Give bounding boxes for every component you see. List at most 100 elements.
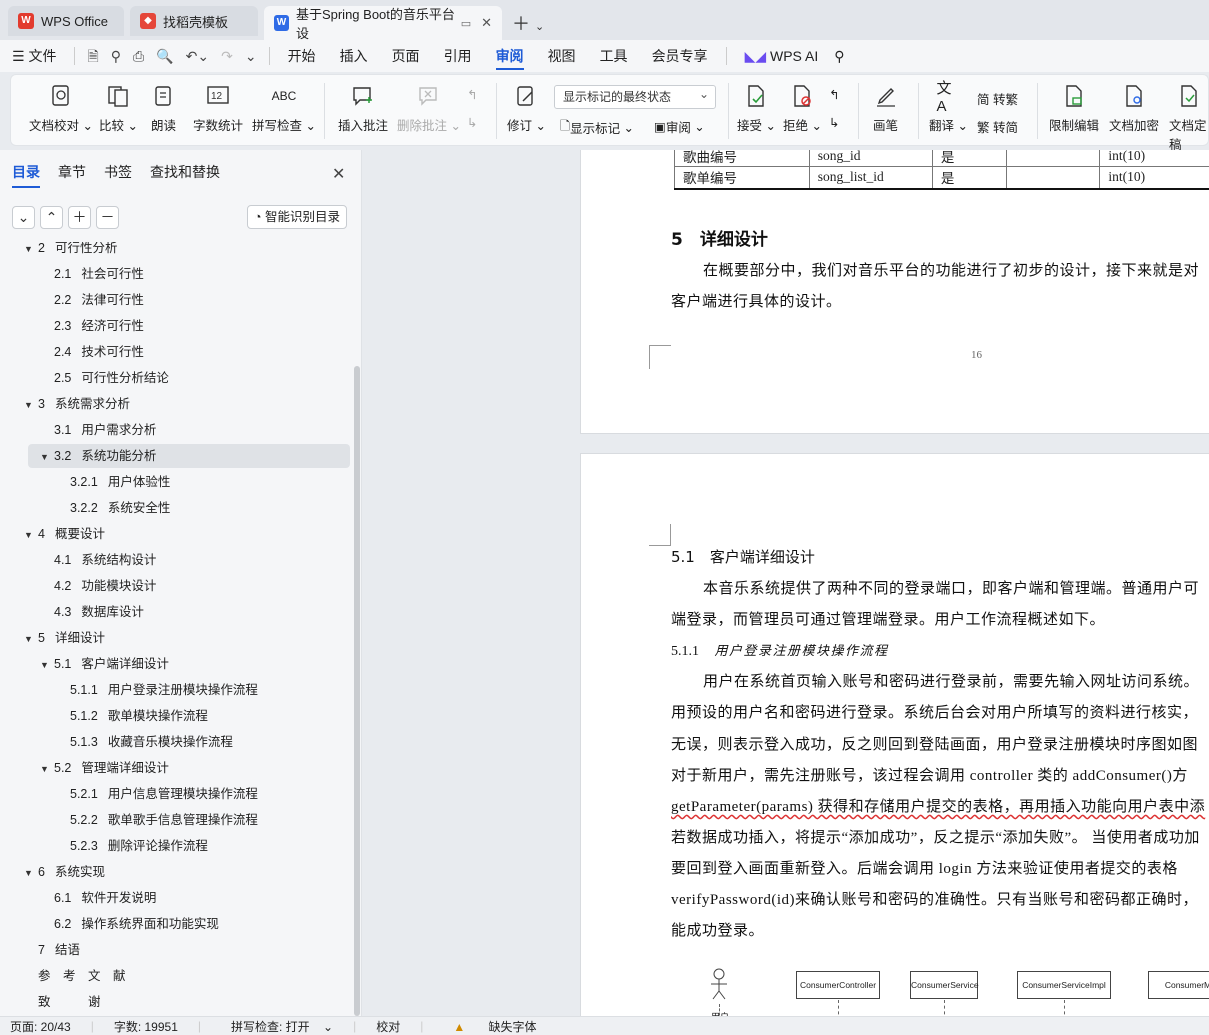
print-icon[interactable]: ⎙ (127, 40, 150, 72)
toc-item[interactable]: 5.2.2 歌单歌手信息管理操作流程 (56, 808, 258, 832)
toc-item[interactable]: 3.1 用户需求分析 (40, 418, 156, 442)
menu-references[interactable]: 引用 (432, 40, 484, 72)
toc-item[interactable]: 2.1 社会可行性 (40, 262, 144, 286)
prev-change-icon[interactable]: ↰ (829, 87, 839, 102)
menu-page[interactable]: 页面 (380, 40, 432, 72)
toc-item[interactable]: ▼ 2 可行性分析 (24, 242, 117, 260)
print-preview-icon[interactable]: 🔍 (150, 40, 179, 72)
new-tab-icon[interactable]: ＋ ⌄ (512, 10, 544, 36)
collapse-arrow-icon[interactable]: ▼ (24, 242, 38, 261)
encrypt-button[interactable]: 文档加密 (1109, 83, 1159, 134)
save-icon[interactable]: 🗎 (81, 40, 104, 72)
tab-current-document[interactable]: W 基于Spring Boot的音乐平台设 ▭ ✕ (264, 6, 502, 41)
toc-item[interactable]: 6.1 软件开发说明 (40, 886, 156, 910)
collapse-arrow-icon[interactable]: ▼ (40, 653, 54, 677)
restrict-edit-button[interactable]: 限制编辑 (1049, 83, 1099, 134)
page-indicator[interactable]: 页面: 20/43 (0, 1018, 81, 1035)
toc-item[interactable]: 4.1 系统结构设计 (40, 548, 156, 572)
close-pane-icon[interactable]: ✕ (332, 164, 345, 184)
finalize-button[interactable]: 文档定稿 (1169, 83, 1208, 153)
to-traditional-button[interactable]: 简 转繁 (977, 89, 1018, 108)
tab-find-replace[interactable]: 查找和替换 (150, 162, 220, 188)
toc-item[interactable]: 7 结语 (24, 938, 80, 962)
toc-item[interactable]: 2.4 技术可行性 (40, 340, 144, 364)
markup-mode-select[interactable]: 显示标记的最终状态 (554, 83, 716, 109)
toc-item[interactable]: 5.2.3 删除评论操作流程 (56, 834, 208, 858)
spell-check-button[interactable]: ABC 拼写检查 ⌄ (252, 83, 316, 134)
read-aloud-button[interactable]: 朗读 (151, 83, 176, 134)
toc-item[interactable]: 5.1.2 歌单模块操作流程 (56, 704, 208, 728)
tab-docer-templates[interactable]: ◆ 找稻壳模板 (130, 6, 258, 36)
tab-bookmarks[interactable]: 书签 (104, 162, 132, 188)
track-changes-button[interactable]: 修订 ⌄ (507, 83, 546, 134)
toc-scrollbar[interactable] (354, 366, 360, 1016)
menu-member[interactable]: 会员专享 (640, 40, 720, 72)
collapse-arrow-icon[interactable]: ▼ (24, 523, 38, 547)
toc-item[interactable]: ▼ 5 详细设计 (24, 626, 105, 650)
toc-item[interactable]: 4.2 功能模块设计 (40, 574, 156, 598)
pen-button[interactable]: 画笔 (873, 83, 898, 134)
spell-check-status[interactable]: 拼写检查: 打开 ⌄ (211, 1018, 343, 1035)
compare-button[interactable]: 比较 ⌄ (99, 83, 138, 134)
undo-icon[interactable]: ↶⌄ (180, 40, 215, 72)
share-icon[interactable]: ⚲ (105, 40, 127, 72)
insert-comment-button[interactable]: 插入批注 (338, 83, 388, 134)
next-change-icon[interactable]: ↳ (829, 115, 839, 130)
close-tab-icon[interactable]: ✕ (481, 15, 492, 31)
doc-proof-button[interactable]: 文档校对 ⌄ (29, 83, 93, 134)
collapse-arrow-icon[interactable]: ▼ (40, 445, 54, 469)
toc-item[interactable]: ▼ 5.1 客户端详细设计 (40, 652, 169, 676)
toc-item[interactable]: 致 谢 (24, 990, 101, 1014)
review-pane-button[interactable]: ▣ 审阅 ⌄ (654, 117, 705, 136)
delete-comment-button[interactable]: 删除批注 ⌄ (397, 83, 461, 134)
menu-view[interactable]: 视图 (536, 40, 588, 72)
redo-icon[interactable]: ↷ (215, 40, 239, 72)
toc-item[interactable]: 3.2.1 用户体验性 (56, 470, 170, 494)
prev-comment-icon[interactable]: ↰ (467, 87, 477, 102)
collapse-up-icon[interactable]: ⌃ (40, 206, 63, 229)
toc-item[interactable]: 参 考 文 献 (24, 964, 126, 988)
monitor-icon[interactable]: ▭ (461, 17, 471, 30)
toc-item[interactable]: 2.2 法律可行性 (40, 288, 144, 312)
remove-heading-icon[interactable]: － (96, 206, 119, 229)
tab-chapters[interactable]: 章节 (58, 162, 86, 188)
toc-item[interactable]: 2.5 可行性分析结论 (40, 366, 169, 390)
document-canvas[interactable]: 歌曲编号 song_id 是 int(10) 歌单编号 song_list_id… (363, 150, 1209, 1016)
show-markup-button[interactable]: 🗋 显示标记 ⌄ (560, 117, 634, 138)
collapse-arrow-icon[interactable]: ▼ (24, 393, 38, 417)
collapse-arrow-icon[interactable]: ▼ (24, 861, 38, 885)
expand-down-icon[interactable]: ⌄ (12, 206, 35, 229)
tab-toc[interactable]: 目录 (12, 162, 40, 188)
toc-item[interactable]: 4.3 数据库设计 (40, 600, 144, 624)
tab-wps-office[interactable]: W WPS Office (8, 6, 124, 36)
collapse-arrow-icon[interactable]: ▼ (40, 757, 54, 781)
toc-item[interactable]: ▼ 3 系统需求分析 (24, 392, 130, 416)
toc-item[interactable]: 5.1.3 收藏音乐模块操作流程 (56, 730, 233, 754)
word-count-status[interactable]: 字数: 19951 (104, 1018, 188, 1035)
menu-insert[interactable]: 插入 (328, 40, 380, 72)
word-count-button[interactable]: 12 字数统计 (193, 83, 243, 134)
proof-status[interactable]: 校对 (366, 1018, 410, 1035)
toc-item[interactable]: 5.1.1 用户登录注册模块操作流程 (56, 678, 258, 702)
smart-toc-button[interactable]: ◔ 智能识别目录 (247, 205, 348, 229)
add-heading-icon[interactable]: ＋ (68, 206, 91, 229)
next-comment-icon[interactable]: ↳ (467, 115, 477, 130)
menu-tools[interactable]: 工具 (588, 40, 640, 72)
toc-item[interactable]: 5.2.1 用户信息管理模块操作流程 (56, 782, 258, 806)
wps-ai-button[interactable]: ◣◢ WPS AI (733, 40, 831, 72)
reject-button[interactable]: 拒绝 ⌄ (783, 83, 822, 134)
collapse-arrow-icon[interactable]: ▼ (24, 627, 38, 651)
search-icon[interactable]: ⚲ (830, 40, 848, 72)
menu-home[interactable]: 开始 (276, 40, 328, 72)
missing-font-status[interactable]: ▲ 缺失字体 (433, 1018, 556, 1035)
translate-button[interactable]: 文A 翻译 ⌄ (929, 80, 968, 134)
toc-item[interactable]: ▼ 6 系统实现 (24, 860, 105, 884)
file-menu[interactable]: ☰ 文件 (0, 40, 68, 72)
toc-item[interactable]: ▼ 5.2 管理端详细设计 (40, 756, 169, 780)
toc-item[interactable]: ▼ 3.2 系统功能分析 (28, 444, 350, 468)
toc-item[interactable]: 6.2 操作系统界面和功能实现 (40, 912, 219, 936)
toc-item[interactable]: ▼ 4 概要设计 (24, 522, 105, 546)
toc-item[interactable]: 2.3 经济可行性 (40, 314, 144, 338)
menu-review[interactable]: 审阅 (484, 40, 536, 72)
to-simplified-button[interactable]: 繁 转简 (977, 117, 1018, 136)
